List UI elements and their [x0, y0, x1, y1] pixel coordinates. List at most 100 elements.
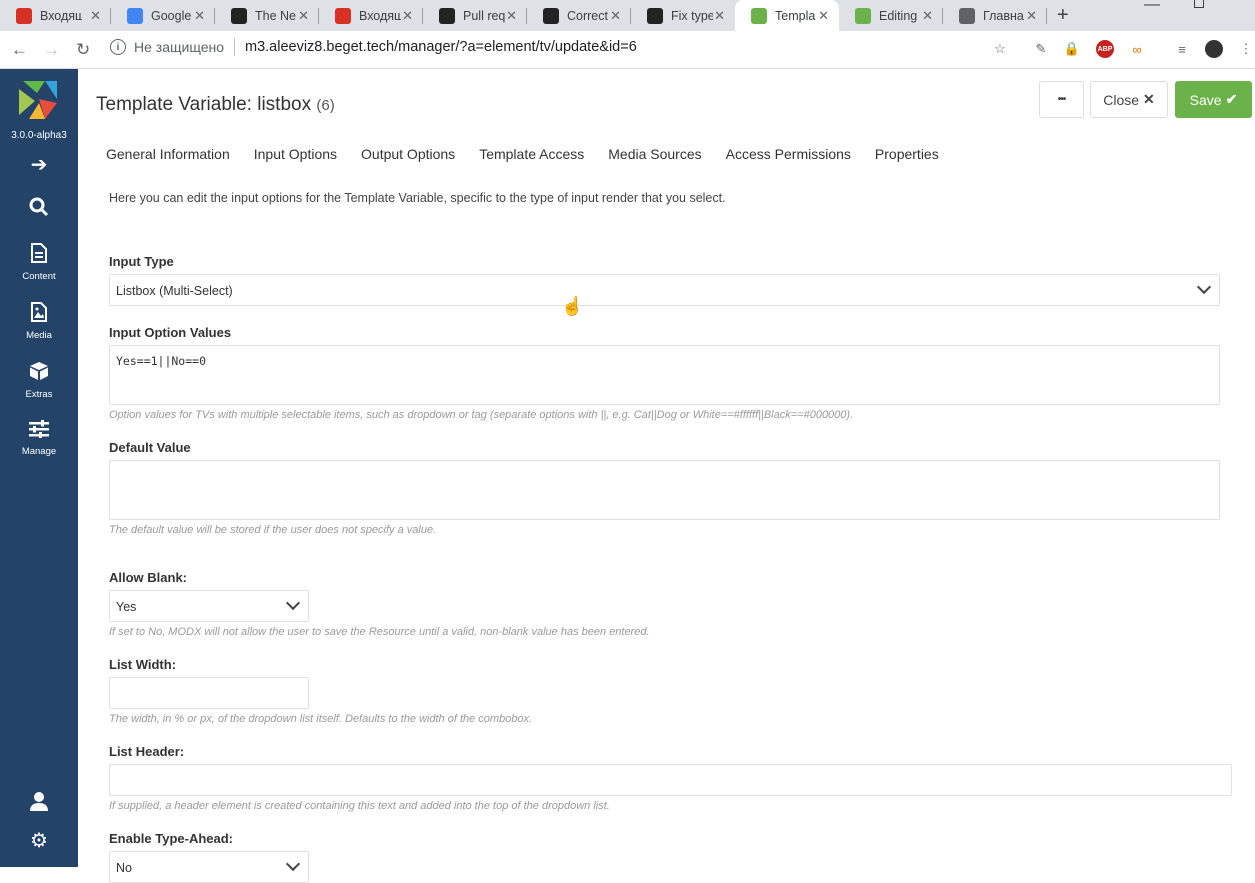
list-header-help: If supplied, a header element is created… — [109, 800, 610, 812]
modx-logo[interactable] — [17, 79, 59, 121]
menu-icon[interactable]: ⋮ — [1237, 40, 1255, 58]
allow-blank-select[interactable]: Yes — [109, 590, 309, 622]
close-label: Close — [1103, 91, 1140, 108]
default-value-textarea[interactable] — [109, 460, 1220, 520]
close-tab-icon[interactable]: ✕ — [818, 8, 829, 24]
type-ahead-label: Enable Type-Ahead: — [109, 831, 234, 846]
browser-tab-title: Pull req — [463, 8, 505, 23]
sidebar-item-expand[interactable]: ➔ — [0, 154, 78, 176]
close-tab-icon[interactable]: ✕ — [610, 8, 621, 24]
browser-tab-title: Fix type — [671, 8, 713, 23]
tv-id-count: (6) — [316, 97, 335, 114]
user-icon — [0, 791, 78, 816]
list-header-label: List Header: — [109, 744, 185, 759]
sidebar-item-content[interactable]: Content — [0, 243, 78, 282]
browser-toolbar: ← → ↻ i Не защищено m3.aleeviz8.beget.te… — [0, 31, 1255, 69]
browser-tab[interactable]: The Ne ✕ — [215, 0, 319, 31]
browser-tab-title: Главна — [983, 8, 1024, 23]
close-tab-icon[interactable]: ✕ — [194, 8, 205, 24]
github-icon — [647, 7, 663, 24]
browser-tab-strip: + — Входящ ✕ Google ✕ The Ne ✕ Входящ ✕ Pull req… — [0, 0, 1255, 31]
browser-tab-title: The Ne — [255, 8, 296, 23]
browser-tab-title: Google — [151, 8, 192, 23]
tab-output-options[interactable]: Output Options — [361, 146, 455, 162]
browser-tab[interactable]: Входящ ✕ — [319, 0, 423, 31]
close-tab-icon[interactable]: ✕ — [1026, 8, 1037, 24]
gmail-icon — [16, 7, 32, 24]
type-ahead-select[interactable]: No — [109, 851, 309, 883]
sidebar-item-settings[interactable]: ⚙ — [0, 830, 78, 852]
chevron-down-icon — [285, 856, 301, 872]
browser-tab[interactable]: Templa ✕ — [735, 0, 839, 31]
browser-tab[interactable]: Pull req ✕ — [423, 0, 527, 31]
close-button[interactable]: Close ✕ — [1090, 81, 1168, 118]
globe-icon — [959, 7, 975, 24]
browser-tab[interactable]: Editing ✕ — [839, 0, 943, 31]
close-icon: ✕ — [1143, 91, 1155, 107]
avatar-icon[interactable] — [1205, 40, 1223, 58]
list-header-input[interactable] — [109, 764, 1232, 796]
minimize-button[interactable]: — — [1144, 0, 1160, 14]
star-icon[interactable]: ☆ — [991, 40, 1009, 58]
close-tab-icon[interactable]: ✕ — [506, 8, 517, 24]
allow-blank-value: Yes — [116, 600, 137, 614]
adblock-icon[interactable]: ABP — [1096, 40, 1114, 58]
input-type-select[interactable]: Listbox (Multi-Select) — [109, 274, 1220, 306]
browser-tab[interactable]: Correct ✕ — [527, 0, 631, 31]
intro-text: Here you can edit the input options for … — [109, 191, 726, 205]
forward-icon[interactable]: → — [43, 40, 60, 60]
browser-tab[interactable]: Главна ✕ — [943, 0, 1047, 31]
document-icon — [0, 243, 78, 268]
infinity-icon[interactable]: ∞ — [1128, 40, 1146, 58]
github-icon — [439, 7, 455, 24]
reload-icon[interactable]: ↻ — [76, 40, 90, 60]
url-text: m3.aleeviz8.beget.tech/manager/?a=elemen… — [245, 39, 637, 55]
box-icon — [0, 361, 78, 386]
sidebar-item-search[interactable] — [0, 197, 78, 222]
save-button[interactable]: Save ✔ — [1175, 81, 1252, 118]
browser-tab[interactable]: Fix type ✕ — [631, 0, 735, 31]
sliders-icon — [0, 420, 78, 443]
option-values-help: Option values for TVs with multiple sele… — [109, 409, 854, 421]
option-values-textarea[interactable]: Yes==1||No==0 — [109, 345, 1220, 405]
default-value-help: The default value will be stored if the … — [109, 524, 437, 536]
tab-properties[interactable]: Properties — [875, 146, 939, 162]
new-tab-button[interactable]: + — [1057, 4, 1069, 27]
tab-general-information[interactable]: General Information — [106, 146, 230, 162]
list-width-label: List Width: — [109, 657, 177, 672]
sidebar-item-manage[interactable]: Manage — [0, 420, 78, 457]
sidebar-item-label: Manage — [21, 446, 57, 457]
sidebar-item-extras[interactable]: Extras — [0, 361, 78, 400]
info-icon[interactable]: i — [110, 39, 126, 55]
modx-icon — [751, 7, 767, 24]
address-divider — [234, 38, 235, 56]
playlist-icon[interactable]: ≡ — [1173, 40, 1191, 58]
default-value-label: Default Value — [109, 440, 191, 455]
tab-access-permissions[interactable]: Access Permissions — [726, 146, 851, 162]
close-tab-icon[interactable]: ✕ — [90, 8, 101, 24]
browser-tab[interactable]: Google ✕ — [111, 0, 215, 31]
browser-tab-title: Входящ — [40, 8, 82, 23]
tab-template-access[interactable]: Template Access — [479, 146, 584, 162]
allow-blank-label: Allow Blank: — [109, 570, 188, 585]
close-tab-icon[interactable]: ✕ — [922, 8, 933, 24]
sidebar-item-label: Extras — [25, 389, 53, 400]
back-icon[interactable]: ← — [11, 40, 28, 60]
eyedropper-icon[interactable]: ✎ — [1032, 40, 1050, 58]
sidebar-item-media[interactable]: Media — [0, 302, 78, 341]
chevron-down-icon — [285, 595, 301, 611]
security-label: Не защищено — [134, 39, 224, 55]
list-width-input[interactable] — [109, 677, 309, 709]
tab-media-sources[interactable]: Media Sources — [608, 146, 701, 162]
gmail-icon — [335, 7, 351, 24]
more-button[interactable]: ••• — [1039, 81, 1084, 118]
close-tab-icon[interactable]: ✕ — [714, 8, 725, 24]
sidebar-item-user[interactable] — [0, 791, 78, 816]
close-tab-icon[interactable]: ✕ — [298, 8, 309, 24]
close-tab-icon[interactable]: ✕ — [402, 8, 413, 24]
address-bar[interactable]: i Не защищено m3.aleeviz8.beget.tech/man… — [110, 38, 637, 56]
lock-extension-icon[interactable]: 🔒 — [1063, 40, 1081, 58]
tab-input-options[interactable]: Input Options — [254, 146, 337, 162]
browser-tab[interactable]: Входящ ✕ — [0, 0, 111, 31]
maximize-button[interactable] — [1194, 0, 1204, 8]
